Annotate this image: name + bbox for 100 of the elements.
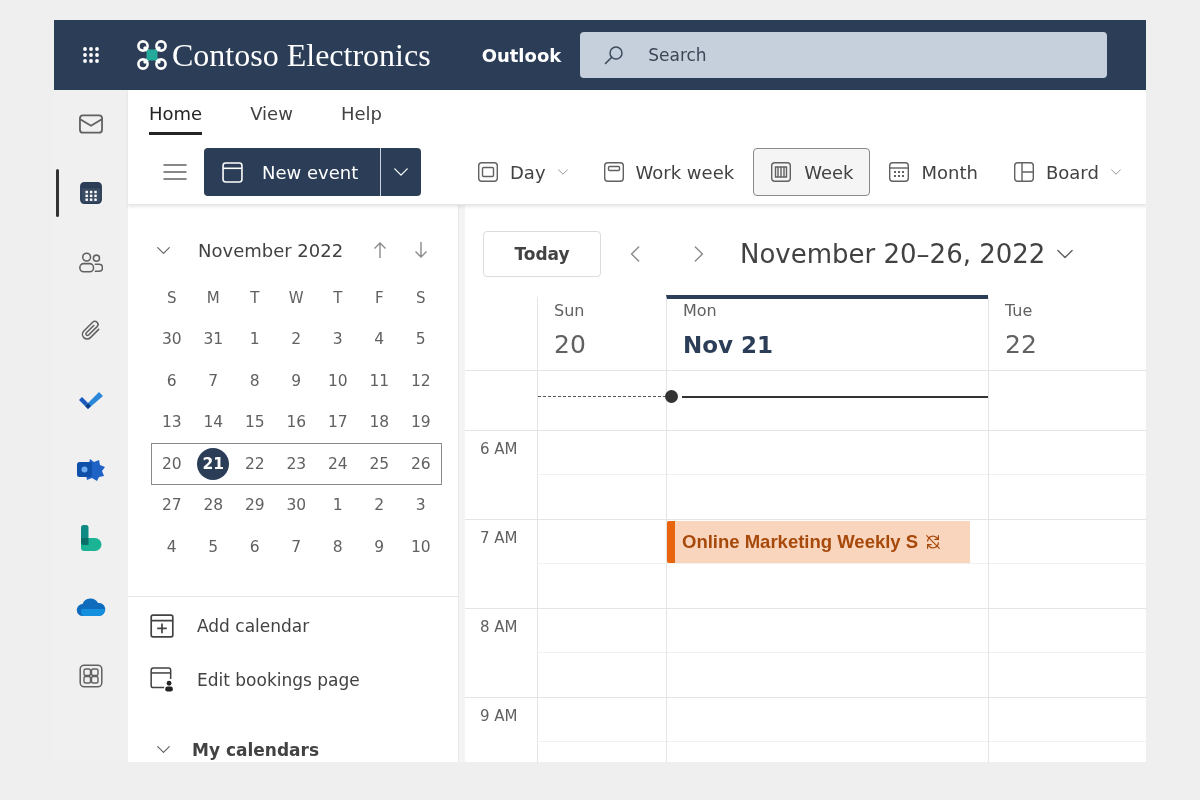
date-button[interactable]: 18 [363, 406, 396, 439]
new-event-button[interactable]: New event [204, 148, 380, 196]
arrow-up-icon[interactable] [372, 241, 387, 259]
time-label: 8 AM [480, 618, 518, 636]
cloud-icon [76, 597, 106, 617]
date-button[interactable]: 6 [238, 530, 271, 563]
date-button[interactable]: 3 [321, 323, 354, 356]
weekday-label: S [167, 288, 177, 307]
day-header[interactable]: Mon Nov 21 [666, 295, 988, 370]
calendar-icon [222, 161, 243, 183]
mail-icon [79, 114, 103, 134]
week-view-icon [770, 162, 793, 182]
date-button[interactable]: 17 [321, 406, 354, 439]
date-button[interactable]: 30 [155, 323, 188, 356]
day-header[interactable]: Tue 22 [988, 295, 1146, 370]
calendar-icon [80, 182, 102, 204]
brand-logo [136, 39, 168, 71]
date-button[interactable]: 6 [155, 364, 188, 397]
brand-name: Contoso Electronics [172, 36, 431, 74]
weekday-label: Tue [1005, 301, 1034, 321]
checkmark-icon [77, 389, 105, 411]
view-button[interactable]: Week [753, 148, 871, 196]
date-button[interactable]: 1 [321, 489, 354, 522]
weekday-label: M [206, 288, 220, 307]
weekday-label: T [333, 288, 343, 307]
date-button[interactable]: 13 [155, 406, 188, 439]
weekday-label: T [250, 288, 260, 307]
date-button[interactable]: 23 [280, 447, 313, 480]
date-button[interactable]: 9 [363, 530, 396, 563]
date-button[interactable]: 11 [363, 364, 396, 397]
date-button[interactable]: 5 [197, 530, 230, 563]
date-button[interactable]: 10 [404, 530, 437, 563]
search-icon [604, 45, 625, 65]
date-button[interactable]: 25 [363, 447, 396, 480]
date-button[interactable]: 4 [155, 530, 188, 563]
today-button[interactable]: Today [483, 231, 601, 277]
time-label: 7 AM [480, 529, 518, 547]
weekday-label: S [416, 288, 426, 307]
date-button[interactable]: 21 [197, 447, 230, 480]
view-button[interactable]: Month [872, 148, 995, 196]
date-button[interactable]: 9 [280, 364, 313, 397]
view-button[interactable]: Day [461, 148, 585, 196]
app-name: Outlook [481, 44, 562, 66]
burst-tile-icon [76, 456, 106, 482]
date-button[interactable]: 27 [155, 489, 188, 522]
date-range-button[interactable]: November 20–26, 2022 [740, 239, 1074, 269]
date-button[interactable]: 3 [404, 489, 437, 522]
arrow-down-icon[interactable] [414, 241, 429, 259]
chevron-down-icon [394, 165, 408, 179]
weekday-label: F [374, 288, 384, 307]
date-button[interactable]: 20 [155, 447, 188, 480]
b-shape-icon [80, 524, 102, 552]
date-button[interactable]: 14 [197, 406, 230, 439]
date-button[interactable]: 4 [363, 323, 396, 356]
date-button[interactable]: 22 [238, 447, 271, 480]
date-button[interactable]: 1 [238, 323, 271, 356]
view-button[interactable]: Work week [586, 148, 752, 196]
view-button[interactable]: Board [996, 148, 1138, 196]
menu-icon[interactable] [163, 163, 187, 181]
date-button[interactable]: 28 [197, 489, 230, 522]
board-view-icon [1013, 162, 1034, 182]
date-button[interactable]: 16 [280, 406, 313, 439]
calendar-event[interactable]: Online Marketing Weekly S [667, 521, 970, 563]
calendar-person-icon [150, 666, 174, 693]
nav-link[interactable]: Add calendar [128, 598, 458, 653]
work-week-view-icon [603, 162, 624, 182]
apps-grid-icon [79, 664, 103, 688]
date-button[interactable]: 8 [321, 530, 354, 563]
date-button[interactable]: 2 [363, 489, 396, 522]
date-button[interactable]: 30 [280, 489, 313, 522]
date-label: 20 [554, 329, 587, 361]
section-toggle[interactable]: My calendars [128, 737, 458, 762]
month-title[interactable]: November 2022 [198, 239, 344, 261]
waffle-icon[interactable] [82, 46, 100, 64]
date-button[interactable]: 7 [197, 364, 230, 397]
date-button[interactable]: 10 [321, 364, 354, 397]
month-view-icon [889, 162, 910, 182]
date-label: Nov 21 [683, 331, 775, 360]
ribbon-tab[interactable]: Home [149, 95, 203, 135]
date-button[interactable]: 7 [280, 530, 313, 563]
date-button[interactable]: 19 [404, 406, 437, 439]
date-button[interactable]: 5 [404, 323, 437, 356]
new-event-dropdown-button[interactable] [380, 148, 421, 196]
ribbon-tab[interactable]: Help [340, 95, 382, 135]
day-header[interactable]: Sun 20 [537, 295, 666, 370]
date-button[interactable]: 2 [280, 323, 313, 356]
calendar-add-icon [150, 613, 174, 638]
nav-link[interactable]: Edit bookings page [128, 652, 458, 707]
date-button[interactable]: 24 [321, 447, 354, 480]
weekday-label: Mon [683, 301, 718, 321]
date-button[interactable]: 15 [238, 406, 271, 439]
date-button[interactable]: 12 [404, 364, 437, 397]
weekday-label: Sun [554, 301, 586, 321]
date-button[interactable]: 29 [238, 489, 271, 522]
paperclip-icon [81, 320, 101, 342]
ribbon-tab[interactable]: View [250, 95, 293, 135]
date-button[interactable]: 31 [197, 323, 230, 356]
search-field[interactable]: Search [580, 32, 1108, 78]
date-button[interactable]: 8 [238, 364, 271, 397]
date-button[interactable]: 26 [404, 447, 437, 480]
